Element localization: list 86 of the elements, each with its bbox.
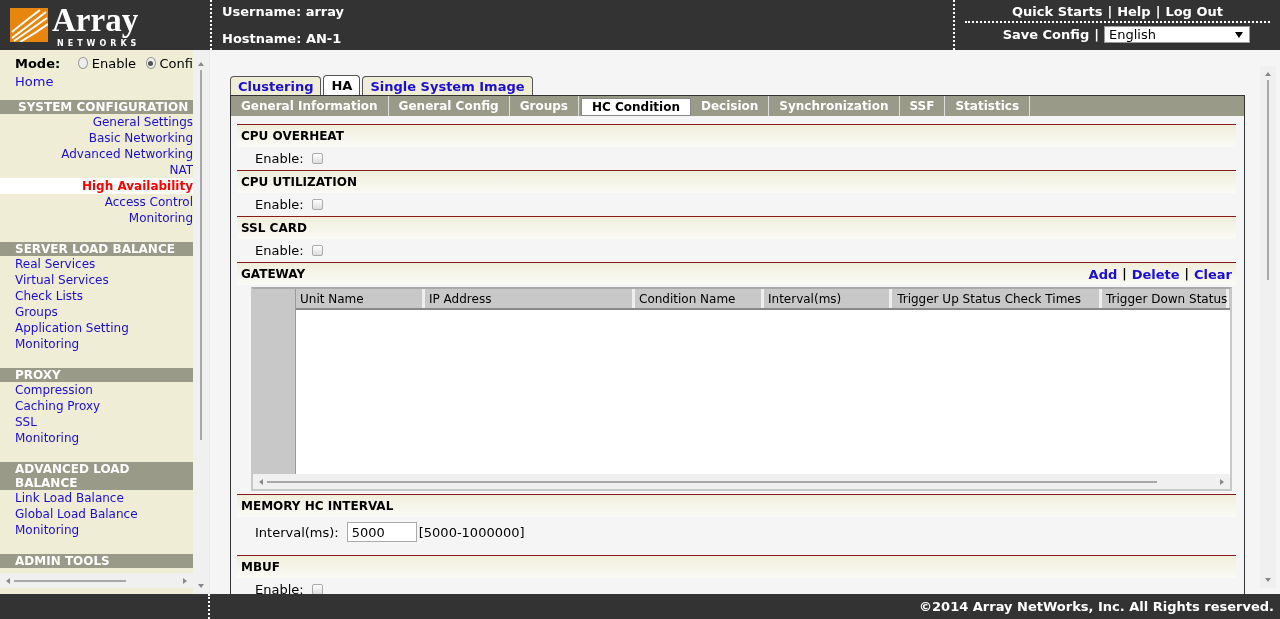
scroll-down-icon[interactable] [1264, 576, 1272, 584]
sidebar-link[interactable]: Monitoring [0, 336, 193, 352]
separator: | [1184, 266, 1189, 282]
sidebar-link[interactable]: NAT [0, 162, 193, 178]
sidebar-link[interactable]: Global Load Balance [0, 506, 193, 522]
sidebar-link[interactable]: Link Load Balance [0, 490, 193, 506]
scroll-up-icon[interactable] [1264, 70, 1272, 78]
save-config-link[interactable]: Save Config [1002, 27, 1090, 42]
checkbox[interactable] [311, 584, 323, 594]
sidebar-link[interactable]: Caching Proxy [0, 398, 193, 414]
username-label: Username: array [222, 4, 346, 19]
sidebar-link[interactable]: Check Lists [0, 288, 193, 304]
section-heading: PROXY [0, 368, 193, 382]
section-title: MBUF [241, 560, 281, 574]
scroll-up-icon[interactable] [197, 60, 205, 68]
tab[interactable]: HC Condition [580, 98, 691, 116]
sidebar-link[interactable]: Monitoring [0, 210, 193, 226]
action-link[interactable]: Add [1088, 266, 1118, 282]
column-header[interactable]: Trigger Down Status [1102, 289, 1229, 308]
checkbox[interactable] [311, 245, 323, 256]
section-heading: ADMIN TOOLS [0, 554, 193, 568]
radio-label: Enable [91, 55, 136, 71]
language-select[interactable]: English [1104, 26, 1250, 43]
column-header[interactable]: Condition Name [635, 289, 764, 308]
field-label: Enable: [255, 243, 304, 258]
section-heading: ADVANCED LOAD BALANCE [0, 462, 193, 490]
copyright-text: ©2014 Array NetWorks, Inc. All Rights reserved. [918, 598, 1275, 616]
checkbox[interactable] [311, 153, 323, 164]
range-hint: [5000-1000000] [418, 524, 525, 540]
logo-icon [10, 8, 48, 42]
scroll-left-icon[interactable] [257, 477, 265, 486]
radio-button[interactable] [78, 57, 88, 69]
sidebar-link[interactable]: Monitoring [0, 430, 193, 446]
section-title: MEMORY HC INTERVAL [241, 499, 394, 513]
column-header[interactable]: Interval(ms) [764, 289, 892, 308]
interval-field[interactable]: 5000 [346, 522, 417, 542]
sidebar-link[interactable]: Monitoring [0, 522, 193, 538]
tab[interactable]: Single System Image [362, 76, 533, 95]
radio-label: Confi [159, 55, 193, 71]
mode-label: Mode: [15, 55, 61, 71]
sidebar-link[interactable]: Advanced Networking [0, 146, 193, 162]
sidebar-link[interactable]: Access Control [0, 194, 193, 210]
home-link[interactable]: Home [0, 74, 193, 90]
section-title: SSL CARD [241, 221, 307, 235]
action-link[interactable]: Delete [1131, 266, 1180, 282]
column-header[interactable]: Unit Name [296, 289, 425, 308]
section-title: CPU OVERHEAT [241, 129, 344, 143]
column-header[interactable]: Trigger Up Status Check Times [892, 289, 1102, 308]
action-link[interactable]: Clear [1194, 266, 1232, 282]
separator: | [1094, 27, 1099, 42]
sidebar-link[interactable]: Compression [0, 382, 193, 398]
dropdown-caret-icon [1235, 31, 1243, 38]
scroll-right-icon[interactable] [181, 576, 189, 585]
section-title: CPU UTILIZATION [241, 175, 357, 189]
sidebar-link[interactable]: SSL [0, 414, 193, 430]
sidebar-link[interactable]: Application Setting [0, 320, 193, 336]
section-heading: SERVER LOAD BALANCE [0, 242, 193, 256]
scroll-down-icon[interactable] [197, 582, 205, 590]
hostname-label: Hostname: AN-1 [222, 31, 343, 46]
header-link[interactable]: Help [1117, 4, 1151, 19]
tab[interactable]: HA [323, 75, 361, 95]
separator: | [1122, 266, 1127, 282]
column-header[interactable]: IP Address [425, 289, 635, 308]
section-heading: SYSTEM CONFIGURATION [0, 100, 193, 114]
field-label: Enable: [255, 197, 304, 212]
sidebar-link[interactable]: Groups [0, 304, 193, 320]
separator: | [1155, 4, 1161, 19]
sidebar-link[interactable]: Real Services [0, 256, 193, 272]
sidebar-link[interactable]: General Settings [0, 114, 193, 130]
header-link[interactable]: Log Out [1165, 4, 1223, 19]
logo-text: Array [52, 2, 141, 39]
scroll-right-icon[interactable] [1218, 477, 1226, 486]
section-title: GATEWAY [241, 267, 306, 281]
field-label: Enable: [255, 151, 304, 166]
separator: | [1107, 4, 1113, 19]
field-label: Interval(ms): [255, 524, 339, 540]
scroll-left-icon[interactable] [4, 576, 12, 585]
checkbox[interactable] [311, 199, 323, 210]
sidebar-link[interactable]: Basic Networking [0, 130, 193, 146]
sidebar-link[interactable]: High Availability [0, 178, 193, 194]
tab[interactable]: Clustering [230, 76, 322, 95]
sidebar-link[interactable]: Virtual Services [0, 272, 193, 288]
header-link[interactable]: Quick Starts [1012, 4, 1103, 19]
field-label: Enable: [255, 582, 304, 594]
logo-tagline: NETWORKS [57, 39, 141, 48]
radio-button[interactable] [146, 57, 156, 69]
